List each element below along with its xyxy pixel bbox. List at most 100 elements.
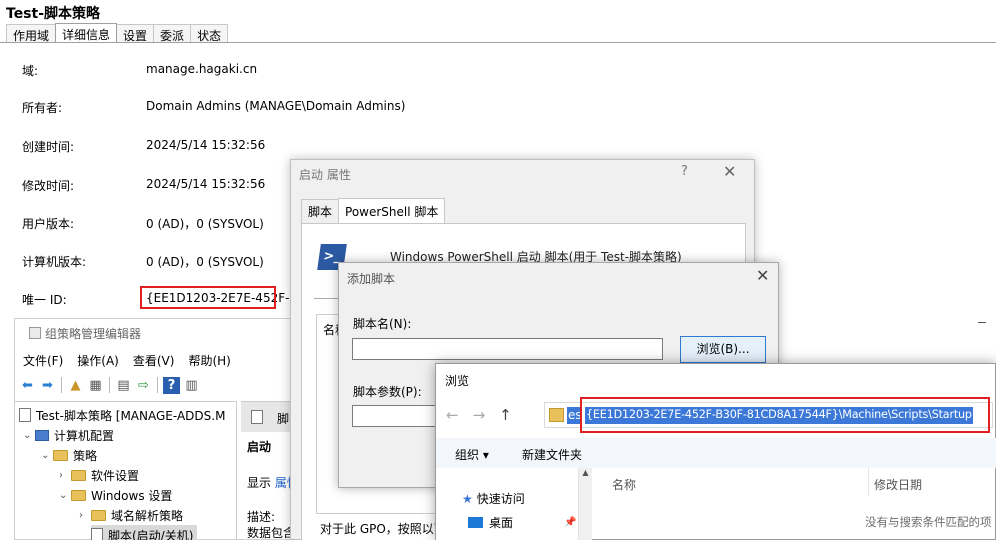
close-icon[interactable]: ✕ [723, 162, 736, 181]
details-desc-label: 描述: [247, 510, 276, 524]
help-icon[interactable]: ? [681, 164, 688, 179]
tab-divider [0, 42, 996, 43]
unique-id-highlight [140, 286, 276, 309]
chevron-down-icon[interactable]: ⌄ [41, 450, 53, 461]
computer-version-label: 计算机版本: [22, 255, 87, 269]
user-version-label: 用户版本: [22, 217, 75, 231]
page-title: Test-脚本策略 [6, 6, 101, 22]
star-icon: ★ [462, 491, 473, 506]
details-header-title: 脚 [277, 412, 290, 426]
policy-tree: Test-脚本策略 [MANAGE-ADDS.M ⌄ 计算机配置 ⌄ 策略 › … [15, 401, 237, 540]
script-args-input[interactable] [352, 405, 442, 427]
owner-value: Domain Admins (MANAGE\Domain Admins) [146, 99, 406, 113]
tab-powershell-scripts[interactable]: PowerShell 脚本 [338, 198, 446, 223]
organize-button[interactable]: 组织 ▾ [455, 446, 489, 463]
nav-buttons: ← → ↑ [446, 406, 512, 424]
column-date-header[interactable]: 修改日期 [874, 476, 922, 493]
nav-scrollbar[interactable]: ▲ [578, 468, 592, 540]
computer-icon [35, 429, 49, 441]
folder-icon [53, 449, 68, 461]
forward-icon[interactable]: ➡ [39, 377, 56, 394]
tab-scripts[interactable]: 脚本 [301, 199, 340, 224]
nav-item-desktop[interactable]: 桌面 [468, 514, 513, 531]
tab-status[interactable]: 状态 [190, 24, 229, 43]
chevron-down-icon[interactable]: ⌄ [23, 430, 35, 441]
script-icon [251, 410, 263, 424]
menu-view[interactable]: 查看(V) [133, 352, 175, 369]
dialog-tabs: 脚本 PowerShell 脚本 [301, 198, 446, 224]
empty-message: 没有与搜索条件匹配的项 [865, 515, 992, 529]
domain-value: manage.hagaki.cn [146, 62, 258, 76]
column-name-header[interactable]: 名称 [612, 476, 636, 493]
menu-action[interactable]: 操作(A) [77, 352, 119, 369]
properties-icon[interactable]: ▤ [115, 377, 132, 394]
path-highlight [580, 397, 990, 433]
export-icon[interactable]: ⇨ [135, 377, 152, 394]
details-desc-text: 数据包含 [247, 526, 296, 540]
toolbar-separator [157, 377, 158, 393]
unique-id-label: 唯一 ID: [22, 293, 67, 307]
minimize-icon[interactable] [978, 322, 986, 323]
gp-editor-title: 组策略管理编辑器 [45, 327, 142, 341]
help-icon[interactable]: ? [163, 376, 180, 394]
tab-scope[interactable]: 作用域 [6, 24, 57, 43]
desktop-icon [468, 517, 483, 528]
pin-icon[interactable]: 📌 [564, 517, 576, 528]
menu-bar: 文件(F) 操作(A) 查看(V) 帮助(H) [23, 352, 231, 369]
tab-details[interactable]: 详细信息 [55, 23, 118, 43]
forward-arrow-icon[interactable]: → [473, 406, 486, 424]
tree-item-software-settings[interactable]: › 软件设置 [59, 465, 139, 485]
tab-bar: 作用域 详细信息 设置 委派 状态 [6, 23, 229, 43]
tree-item-policies[interactable]: ⌄ 策略 [41, 445, 97, 465]
dialog-title: 浏览 [445, 374, 470, 388]
close-icon[interactable]: ✕ [756, 266, 769, 285]
browse-toolbar: 组织 ▾ 新建文件夹 [436, 438, 996, 468]
chevron-right-icon[interactable]: › [79, 510, 91, 521]
folder-icon [71, 489, 86, 501]
chevron-right-icon[interactable]: › [59, 470, 71, 481]
show-hide-tree-icon[interactable]: ▦ [87, 377, 104, 394]
script-args-label: 脚本参数(P): [353, 385, 422, 399]
tree-item-label: 域名解析策略 [111, 508, 184, 523]
back-arrow-icon[interactable]: ← [446, 406, 459, 424]
tree-item-label: 策略 [73, 448, 98, 463]
gp-editor-window: 组策略管理编辑器 文件(F) 操作(A) 查看(V) 帮助(H) ⬅ ➡ ▲ ▦… [14, 318, 315, 540]
tree-item-name-resolution[interactable]: › 域名解析策略 [79, 505, 183, 525]
folder-icon [71, 469, 86, 481]
menu-help[interactable]: 帮助(H) [188, 352, 230, 369]
browse-button[interactable]: 浏览(B)... [680, 336, 766, 363]
details-view-icon[interactable]: ▥ [183, 377, 200, 394]
up-folder-icon[interactable]: ▲ [67, 377, 84, 394]
details-show-label: 显示 [247, 476, 272, 490]
tree-item-label: 脚本(启动/关机) [108, 528, 194, 540]
created-value: 2024/5/14 15:32:56 [146, 138, 266, 152]
tree-item-gpo-root[interactable]: Test-脚本策略 [MANAGE-ADDS.M [19, 405, 225, 425]
tree-item-computer-config[interactable]: ⌄ 计算机配置 [23, 425, 114, 445]
new-folder-button[interactable]: 新建文件夹 [522, 446, 582, 463]
chevron-down-icon[interactable]: ⌄ [59, 490, 71, 501]
details-title: 启动 [247, 440, 272, 454]
nav-item-label: 快速访问 [476, 492, 525, 506]
modified-label: 修改时间: [22, 179, 75, 193]
script-name-label: 脚本名(N): [353, 317, 412, 331]
script-name-input[interactable] [352, 338, 663, 360]
modified-value: 2024/5/14 15:32:56 [146, 177, 266, 191]
dialog-title: 启动 属性 [299, 168, 351, 182]
tree-item-windows-settings[interactable]: ⌄ Windows 设置 [59, 485, 172, 505]
column-separator[interactable] [868, 468, 869, 496]
tab-settings[interactable]: 设置 [116, 24, 155, 43]
up-arrow-icon[interactable]: ↑ [499, 406, 512, 424]
owner-label: 所有者: [22, 101, 63, 115]
gp-editor-icon [29, 327, 41, 339]
nav-item-quick-access[interactable]: ★ 快速访问 [462, 490, 525, 507]
script-icon [91, 528, 103, 540]
back-icon[interactable]: ⬅ [19, 377, 36, 394]
tab-delegation[interactable]: 委派 [153, 24, 192, 43]
folder-icon [549, 408, 564, 422]
tree-item-label: 计算机配置 [54, 428, 115, 443]
dialog-title: 添加脚本 [347, 272, 396, 286]
tree-item-scripts[interactable]: 脚本(启动/关机) [91, 525, 198, 540]
domain-label: 域: [22, 64, 39, 78]
menu-file[interactable]: 文件(F) [23, 352, 63, 369]
tree-item-label: 软件设置 [91, 468, 140, 483]
